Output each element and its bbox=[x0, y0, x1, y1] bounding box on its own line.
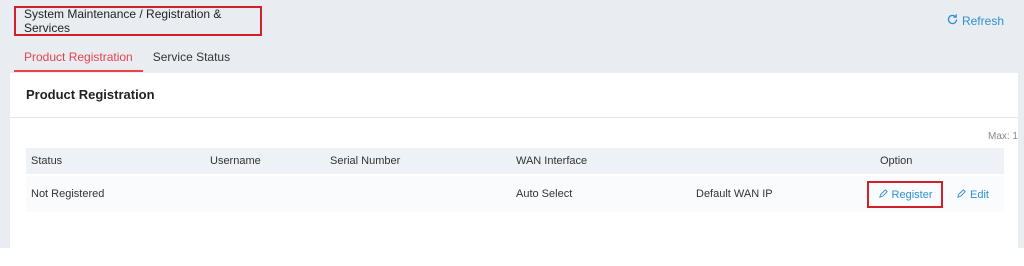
cell-status: Not Registered bbox=[31, 188, 105, 200]
cell-wan-interface: Auto Select bbox=[516, 188, 573, 200]
page-header: System Maintenance / Registration & Serv… bbox=[0, 0, 1024, 44]
edit-button[interactable]: Edit bbox=[956, 181, 989, 208]
breadcrumb-text: System Maintenance / Registration & Serv… bbox=[24, 7, 222, 35]
footer-strip bbox=[0, 248, 1024, 266]
tab-bar: Product Registration Service Status bbox=[14, 46, 240, 72]
register-label: Register bbox=[891, 188, 933, 201]
panel-title: Product Registration bbox=[26, 87, 155, 102]
table-header: Status Username Serial Number WAN Interf… bbox=[26, 148, 1004, 174]
cell-wan-ip: Default WAN IP bbox=[696, 188, 773, 200]
max-count-label: Max: 1 bbox=[987, 131, 1018, 142]
refresh-icon bbox=[946, 13, 959, 29]
pencil-icon bbox=[956, 188, 967, 202]
column-header-wan-interface: WAN Interface bbox=[516, 155, 588, 167]
breadcrumb: System Maintenance / Registration & Serv… bbox=[14, 6, 262, 36]
column-header-username: Username bbox=[210, 155, 261, 167]
tab-service-status[interactable]: Service Status bbox=[143, 46, 240, 72]
edit-label: Edit bbox=[970, 188, 989, 201]
refresh-label: Refresh bbox=[961, 14, 1004, 28]
register-button[interactable]: Register bbox=[867, 181, 943, 208]
column-header-option: Option bbox=[880, 155, 913, 167]
table-row: Not Registered Auto Select Default WAN I… bbox=[26, 176, 1004, 212]
refresh-button[interactable]: Refresh bbox=[946, 13, 1004, 29]
panel-divider bbox=[10, 117, 1018, 118]
column-header-status: Status bbox=[31, 155, 63, 167]
pencil-icon bbox=[878, 188, 889, 202]
tab-product-registration[interactable]: Product Registration bbox=[14, 46, 143, 72]
product-registration-panel: Product Registration Max: 1 Status Usern… bbox=[10, 73, 1018, 248]
column-header-serial-number: Serial Number bbox=[330, 155, 401, 167]
